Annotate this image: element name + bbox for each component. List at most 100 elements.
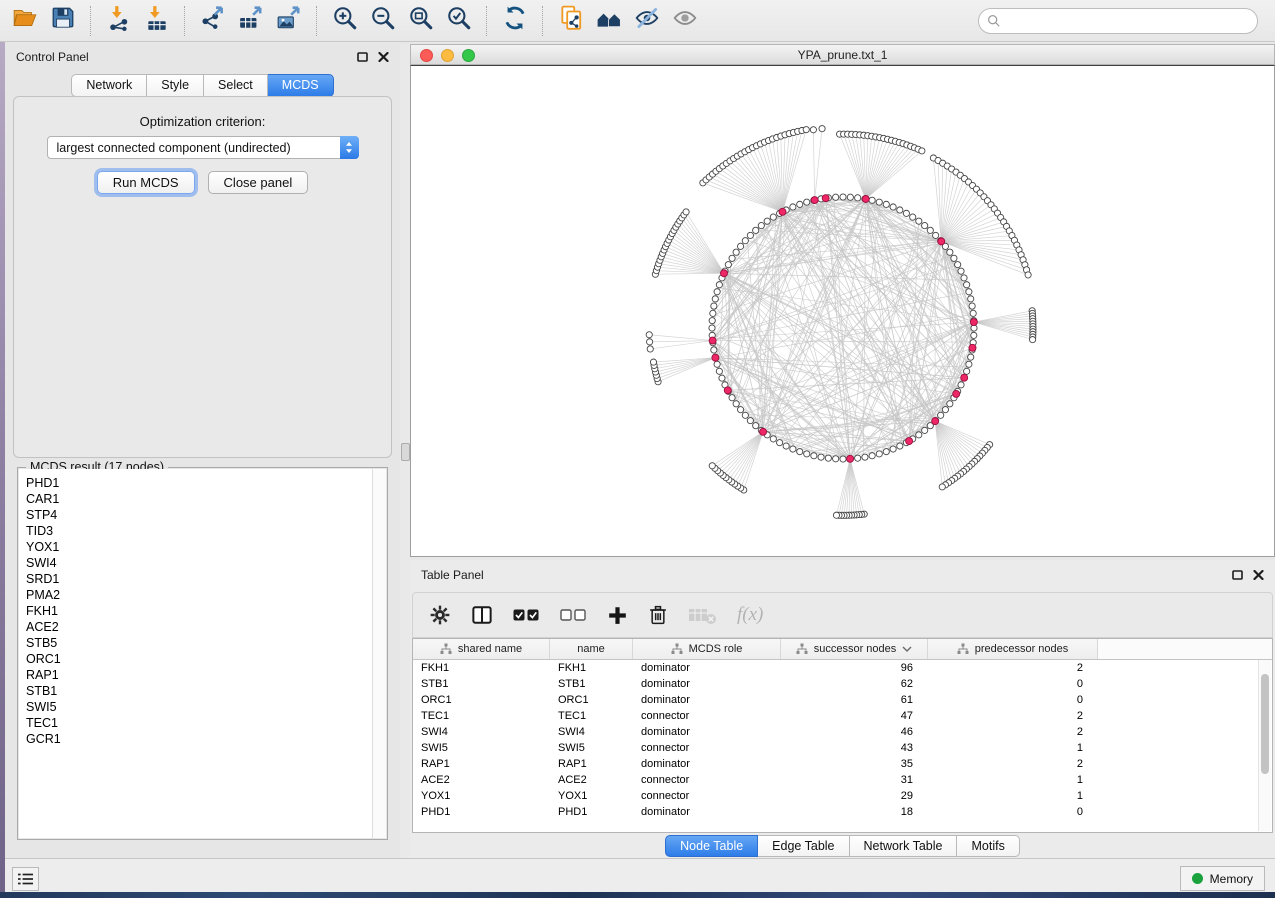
cell-shared-name[interactable]: STB1 — [413, 678, 550, 690]
window-minimize-icon[interactable] — [441, 49, 454, 62]
export-table-button[interactable] — [235, 4, 267, 38]
tab-network-table[interactable]: Network Table — [850, 835, 958, 857]
mcds-result-item[interactable]: YOX1 — [26, 539, 386, 555]
cell-shared-name[interactable]: ACE2 — [413, 774, 550, 786]
cell-predecessor-nodes[interactable]: 0 — [928, 694, 1098, 706]
table-row[interactable]: ACE2ACE2connector311 — [413, 772, 1272, 788]
delete-column-button[interactable] — [648, 601, 668, 629]
tab-select[interactable]: Select — [204, 74, 268, 97]
cell-shared-name[interactable]: ORC1 — [413, 694, 550, 706]
cell-successor-nodes[interactable]: 61 — [781, 694, 928, 706]
window-close-icon[interactable] — [420, 49, 433, 62]
zoom-out-button[interactable] — [367, 4, 399, 38]
table-settings-button[interactable] — [429, 601, 451, 629]
cell-predecessor-nodes[interactable]: 1 — [928, 774, 1098, 786]
cell-shared-name[interactable]: YOX1 — [413, 790, 550, 802]
table-row[interactable]: SWI4SWI4dominator462 — [413, 724, 1272, 740]
run-mcds-button[interactable]: Run MCDS — [97, 171, 195, 194]
mcds-result-item[interactable]: STP4 — [26, 507, 386, 523]
mcds-result-item[interactable]: TID3 — [26, 523, 386, 539]
cell-name[interactable]: STB1 — [550, 678, 633, 690]
mcds-result-item[interactable]: TEC1 — [26, 715, 386, 731]
cell-predecessor-nodes[interactable]: 2 — [928, 662, 1098, 674]
window-maximize-icon[interactable] — [462, 49, 475, 62]
float-panel-button[interactable] — [357, 52, 368, 62]
cell-shared-name[interactable]: SWI5 — [413, 742, 550, 754]
cell-shared-name[interactable]: FKH1 — [413, 662, 550, 674]
splitter-handle[interactable] — [401, 443, 410, 461]
table-row[interactable]: YOX1YOX1connector291 — [413, 788, 1272, 804]
close-panel-button[interactable] — [378, 52, 389, 62]
cell-mcds-role[interactable]: dominator — [633, 726, 781, 738]
cell-successor-nodes[interactable]: 96 — [781, 662, 928, 674]
refresh-layout-button[interactable] — [499, 4, 531, 38]
vertical-splitter[interactable] — [400, 44, 410, 858]
first-neighbors-button[interactable] — [593, 4, 625, 38]
cell-mcds-role[interactable]: dominator — [633, 694, 781, 706]
mcds-result-item[interactable]: ACE2 — [26, 619, 386, 635]
cell-name[interactable]: ORC1 — [550, 694, 633, 706]
cell-shared-name[interactable]: PHD1 — [413, 806, 550, 818]
table-row[interactable]: SWI5SWI5connector431 — [413, 740, 1272, 756]
table-row[interactable]: TEC1TEC1connector472 — [413, 708, 1272, 724]
tab-motifs[interactable]: Motifs — [957, 835, 1019, 857]
table-scrollbar-thumb[interactable] — [1261, 674, 1269, 774]
mcds-result-item[interactable]: PHD1 — [26, 475, 386, 491]
mcds-result-item[interactable]: PMA2 — [26, 587, 386, 603]
mcds-result-item[interactable]: SWI5 — [26, 699, 386, 715]
cell-predecessor-nodes[interactable]: 1 — [928, 742, 1098, 754]
export-image-button[interactable] — [273, 4, 305, 38]
cell-name[interactable]: SWI4 — [550, 726, 633, 738]
cell-successor-nodes[interactable]: 43 — [781, 742, 928, 754]
mcds-result-item[interactable]: ORC1 — [26, 651, 386, 667]
table-row[interactable]: PHD1PHD1dominator180 — [413, 804, 1272, 820]
tab-node-table[interactable]: Node Table — [665, 835, 758, 857]
cell-mcds-role[interactable]: connector — [633, 710, 781, 722]
column-panel-button[interactable] — [471, 601, 493, 629]
cell-name[interactable]: ACE2 — [550, 774, 633, 786]
cell-name[interactable]: FKH1 — [550, 662, 633, 674]
tab-mcds[interactable]: MCDS — [268, 74, 334, 97]
cell-mcds-role[interactable]: dominator — [633, 662, 781, 674]
import-table-button[interactable] — [141, 4, 173, 38]
tab-network[interactable]: Network — [71, 74, 147, 97]
memory-button[interactable]: Memory — [1180, 866, 1265, 891]
cell-shared-name[interactable]: SWI4 — [413, 726, 550, 738]
mcds-result-item[interactable]: SWI4 — [26, 555, 386, 571]
add-column-button[interactable] — [607, 601, 628, 629]
search-input[interactable] — [1006, 13, 1249, 29]
tab-style[interactable]: Style — [147, 74, 204, 97]
criterion-select[interactable]: largest connected component (undirected) — [47, 136, 359, 159]
cell-mcds-role[interactable]: connector — [633, 742, 781, 754]
hide-selected-button[interactable] — [631, 4, 663, 38]
cell-predecessor-nodes[interactable]: 1 — [928, 790, 1098, 802]
cell-name[interactable]: SWI5 — [550, 742, 633, 754]
cell-predecessor-nodes[interactable]: 2 — [928, 758, 1098, 770]
cell-predecessor-nodes[interactable]: 2 — [928, 726, 1098, 738]
cell-successor-nodes[interactable]: 47 — [781, 710, 928, 722]
zoom-selected-button[interactable] — [443, 4, 475, 38]
column-header-mcds-role[interactable]: MCDS role — [633, 639, 781, 659]
cell-successor-nodes[interactable]: 62 — [781, 678, 928, 690]
mcds-result-item[interactable]: FKH1 — [26, 603, 386, 619]
close-mcds-panel-button[interactable]: Close panel — [208, 171, 309, 194]
cell-successor-nodes[interactable]: 46 — [781, 726, 928, 738]
table-row[interactable]: STB1STB1dominator620 — [413, 676, 1272, 692]
table-row[interactable]: ORC1ORC1dominator610 — [413, 692, 1272, 708]
mcds-result-item[interactable]: RAP1 — [26, 667, 386, 683]
cell-successor-nodes[interactable]: 29 — [781, 790, 928, 802]
zoom-in-button[interactable] — [329, 4, 361, 38]
table-row[interactable]: RAP1RAP1dominator352 — [413, 756, 1272, 772]
tab-edge-table[interactable]: Edge Table — [758, 835, 849, 857]
cell-predecessor-nodes[interactable]: 0 — [928, 806, 1098, 818]
cell-mcds-role[interactable]: dominator — [633, 806, 781, 818]
open-session-button[interactable] — [9, 4, 41, 38]
import-network-button[interactable] — [103, 4, 135, 38]
cell-predecessor-nodes[interactable]: 0 — [928, 678, 1098, 690]
task-history-button[interactable] — [12, 867, 39, 891]
cell-mcds-role[interactable]: dominator — [633, 678, 781, 690]
cell-name[interactable]: PHD1 — [550, 806, 633, 818]
close-table-panel-button[interactable] — [1253, 570, 1264, 580]
column-header-successor-nodes[interactable]: successor nodes — [781, 639, 928, 659]
export-network-button[interactable] — [197, 4, 229, 38]
